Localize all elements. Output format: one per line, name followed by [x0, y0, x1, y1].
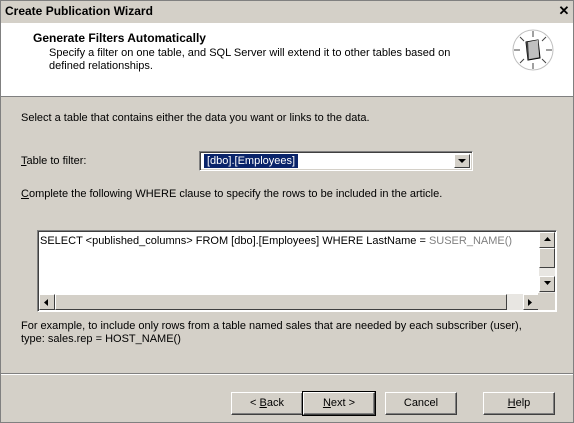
scroll-left-icon[interactable] [39, 294, 55, 310]
example-text: For example, to include only rows from a… [21, 320, 522, 345]
intro-text: Select a table that contains either the … [21, 112, 370, 124]
chevron-down-icon[interactable] [454, 154, 470, 168]
next-button[interactable]: Next > [302, 391, 376, 416]
table-filter-label: Table to filter: [21, 155, 87, 167]
close-icon[interactable]: ✕ [557, 4, 571, 18]
window-title: Create Publication Wizard [5, 4, 153, 18]
page-title: Generate Filters Automatically [33, 31, 206, 45]
wizard-book-icon [511, 28, 555, 72]
wizard-content: Select a table that contains either the … [1, 98, 573, 368]
scrollbar-corner [538, 293, 555, 310]
help-button[interactable]: Help [483, 392, 555, 415]
wizard-header: Generate Filters Automatically Specify a… [1, 23, 573, 97]
where-clause-function: SUSER_NAME() [428, 235, 513, 247]
where-clause-label: Complete the following WHERE clause to s… [21, 188, 443, 200]
wizard-window: Create Publication Wizard ✕ Generate Fil… [0, 0, 574, 423]
horizontal-scroll-thumb[interactable] [55, 294, 507, 310]
where-clause-editor[interactable]: SELECT <published_columns> FROM [dbo].[E… [37, 230, 557, 312]
table-filter-value: [dbo].[Employees] [204, 154, 299, 168]
cancel-button[interactable]: Cancel [385, 392, 457, 415]
scroll-right-icon[interactable] [523, 294, 539, 310]
horizontal-scrollbar[interactable] [39, 294, 539, 310]
vertical-scrollbar[interactable] [539, 232, 555, 294]
vertical-scroll-thumb[interactable] [539, 248, 555, 268]
scroll-up-icon[interactable] [539, 232, 555, 248]
scroll-down-icon[interactable] [539, 276, 555, 292]
title-bar: Create Publication Wizard ✕ [1, 1, 573, 23]
footer-divider [1, 373, 573, 375]
table-filter-dropdown[interactable]: [dbo].[Employees] [199, 151, 473, 171]
back-button[interactable]: < Back [231, 392, 303, 415]
where-clause-text: SELECT <published_columns> FROM [dbo].[E… [40, 235, 513, 247]
page-description: Specify a filter on one table, and SQL S… [49, 47, 451, 72]
